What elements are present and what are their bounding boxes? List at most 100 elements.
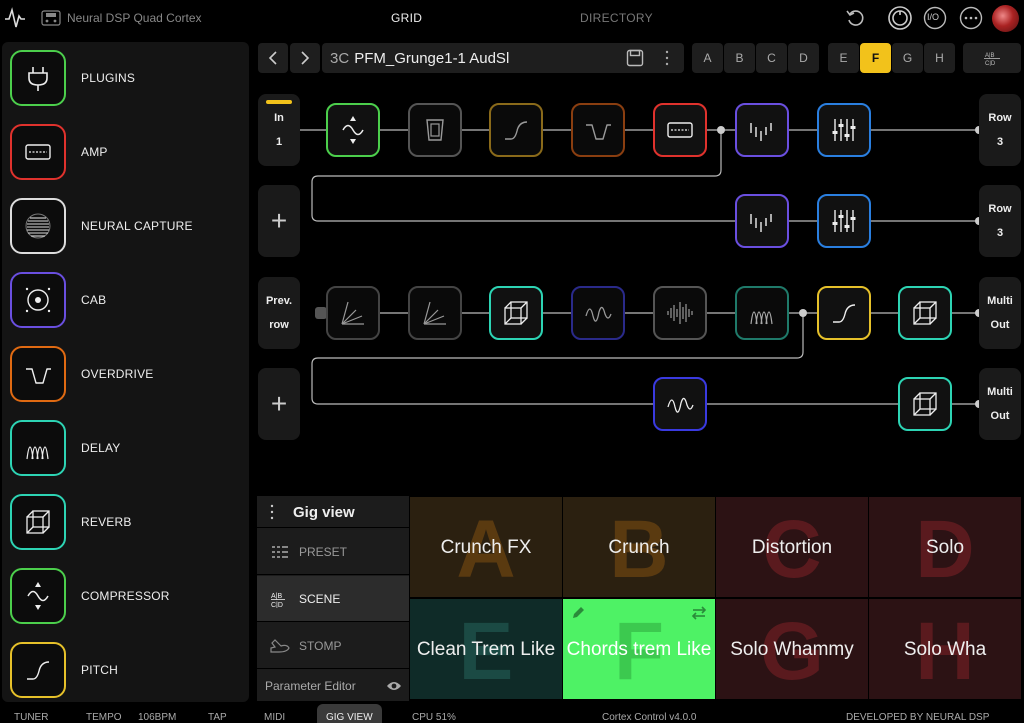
delay-icon — [750, 311, 773, 325]
row3-output-node[interactable]: Multi Out — [979, 277, 1021, 349]
pitch-block[interactable] — [489, 103, 543, 157]
scene-name: Clean Trem Like — [416, 638, 556, 660]
mode-stomp-label: STOMP — [299, 638, 342, 653]
mixer-sliders-icon — [832, 210, 856, 232]
tap-button[interactable]: TAP — [208, 712, 227, 723]
svg-text:A|B: A|B — [271, 593, 282, 600]
scene-name: Crunch — [608, 536, 670, 558]
scene-name: Solo Wha — [903, 638, 987, 660]
input-level-indicator — [266, 100, 292, 104]
filter-block-2[interactable] — [408, 286, 462, 340]
scene-tile-g[interactable]: G Solo Whammy — [716, 599, 868, 699]
scene-tile-h[interactable]: H Solo Wha — [869, 599, 1021, 699]
stomp-foot-icon — [270, 638, 290, 653]
mode-preset-label: PRESET — [299, 544, 348, 559]
row2-output-node[interactable]: Row 3 — [979, 185, 1021, 257]
tempo-label: TEMPO — [86, 712, 122, 723]
compressor-icon — [342, 116, 364, 144]
reverb-block-3[interactable] — [898, 377, 952, 431]
modulation-block-1[interactable] — [571, 286, 625, 340]
input-1-node[interactable]: In 1 — [258, 94, 300, 166]
scene-tile-b[interactable]: B Crunch — [563, 497, 715, 597]
mode-scene[interactable]: A|B C|D SCENE — [257, 576, 409, 622]
gig-title: Gig view — [293, 504, 355, 521]
gig-view-panel: Gig view PRESET A|B C|D SCENE STOMP Param… — [257, 496, 409, 701]
gig-header: Gig view — [257, 496, 409, 528]
scene-tile-a[interactable]: A Crunch FX — [410, 497, 562, 597]
eq-bars-icon — [750, 123, 772, 141]
output-label: Multi — [987, 386, 1013, 398]
parameter-editor-toggle[interactable]: Parameter Editor — [257, 671, 409, 701]
previous-row-input[interactable]: Prev. row — [258, 277, 300, 349]
reverb-cube-icon — [913, 392, 937, 416]
parameter-editor-label: Parameter Editor — [265, 679, 356, 693]
compressor-block[interactable] — [326, 103, 380, 157]
scene-grid-icon: A|B C|D — [271, 593, 285, 608]
input-number: 1 — [275, 136, 283, 148]
pitch-icon — [505, 121, 528, 140]
wah-block[interactable] — [408, 103, 462, 157]
pitch-icon — [833, 304, 856, 323]
add-row-button-2[interactable]: + — [258, 368, 300, 440]
eq-block-1[interactable] — [735, 103, 789, 157]
modulation-wave-icon — [585, 306, 612, 322]
noise-gate-block[interactable] — [653, 286, 707, 340]
reverb-block-1[interactable] — [489, 286, 543, 340]
utility-block-1[interactable] — [817, 103, 871, 157]
add-row-button[interactable]: + — [258, 185, 300, 257]
swap-arrows-icon[interactable] — [691, 606, 707, 620]
eye-icon[interactable] — [386, 680, 402, 692]
modulation-block-2[interactable] — [653, 377, 707, 431]
eq-block-2[interactable] — [735, 194, 789, 248]
cpu-usage: CPU 51% — [412, 712, 456, 723]
amp-block[interactable] — [653, 103, 707, 157]
mixer-sliders-icon — [832, 119, 856, 141]
developer-credit: DEVELOPED BY NEURAL DSP — [846, 712, 990, 723]
modulation-wave-icon — [667, 397, 694, 413]
tempo-value[interactable]: 106BPM — [138, 712, 176, 723]
preset-grid-icon — [272, 545, 288, 558]
midi-button[interactable]: MIDI — [264, 712, 285, 723]
edit-pencil-icon[interactable] — [571, 606, 585, 620]
version-label: Cortex Control v4.0.0 — [602, 712, 697, 723]
mode-preset[interactable]: PRESET — [257, 529, 409, 575]
gig-menu-icon[interactable] — [269, 503, 275, 521]
input-label: In — [274, 112, 284, 124]
overdrive-icon — [586, 124, 611, 140]
amp-icon — [667, 122, 693, 138]
scene-tile-c[interactable]: C Distortion — [716, 497, 868, 597]
scene-tile-e[interactable]: E Clean Trem Like — [410, 599, 562, 699]
mode-stomp[interactable]: STOMP — [257, 623, 409, 669]
svg-text:C|D: C|D — [271, 602, 283, 608]
overdrive-block[interactable] — [571, 103, 625, 157]
reverb-cube-icon — [504, 301, 528, 325]
gig-view-button[interactable]: GIG VIEW — [326, 712, 373, 723]
scene-tile-d[interactable]: D Solo — [869, 497, 1021, 597]
delay-block[interactable] — [735, 286, 789, 340]
row4-output-node[interactable]: Multi Out — [979, 368, 1021, 440]
reverb-block-2[interactable] — [898, 286, 952, 340]
scene-name: Solo Whammy — [730, 638, 854, 660]
input-label-2: row — [269, 319, 289, 331]
scene-tile-f[interactable]: F Chords trem Like — [563, 599, 715, 699]
output-label: Row — [988, 203, 1012, 215]
scene-name: Chords trem Like — [566, 638, 712, 660]
app-window: Neural DSP Quad Cortex GRID DIRECTORY I/… — [0, 0, 1024, 723]
filter-block-1[interactable] — [326, 286, 380, 340]
output-number: 3 — [996, 136, 1004, 148]
output-label: Row — [988, 112, 1012, 124]
scene-name: Crunch FX — [440, 536, 532, 558]
waveform-icon — [667, 302, 693, 324]
tuner-button[interactable]: TUNER — [14, 712, 48, 723]
wah-pedal-icon — [426, 119, 444, 141]
filter-fan-icon — [341, 301, 364, 325]
pitch-block-2[interactable] — [817, 286, 871, 340]
output-number: 3 — [996, 227, 1004, 239]
scene-name: Distortion — [751, 536, 833, 558]
output-label-2: Out — [990, 319, 1010, 331]
output-label-2: Out — [990, 410, 1010, 422]
input-label: Prev. — [265, 295, 293, 307]
utility-block-2[interactable] — [817, 194, 871, 248]
row1-output-node[interactable]: Row 3 — [979, 94, 1021, 166]
eq-bars-icon — [750, 214, 772, 232]
